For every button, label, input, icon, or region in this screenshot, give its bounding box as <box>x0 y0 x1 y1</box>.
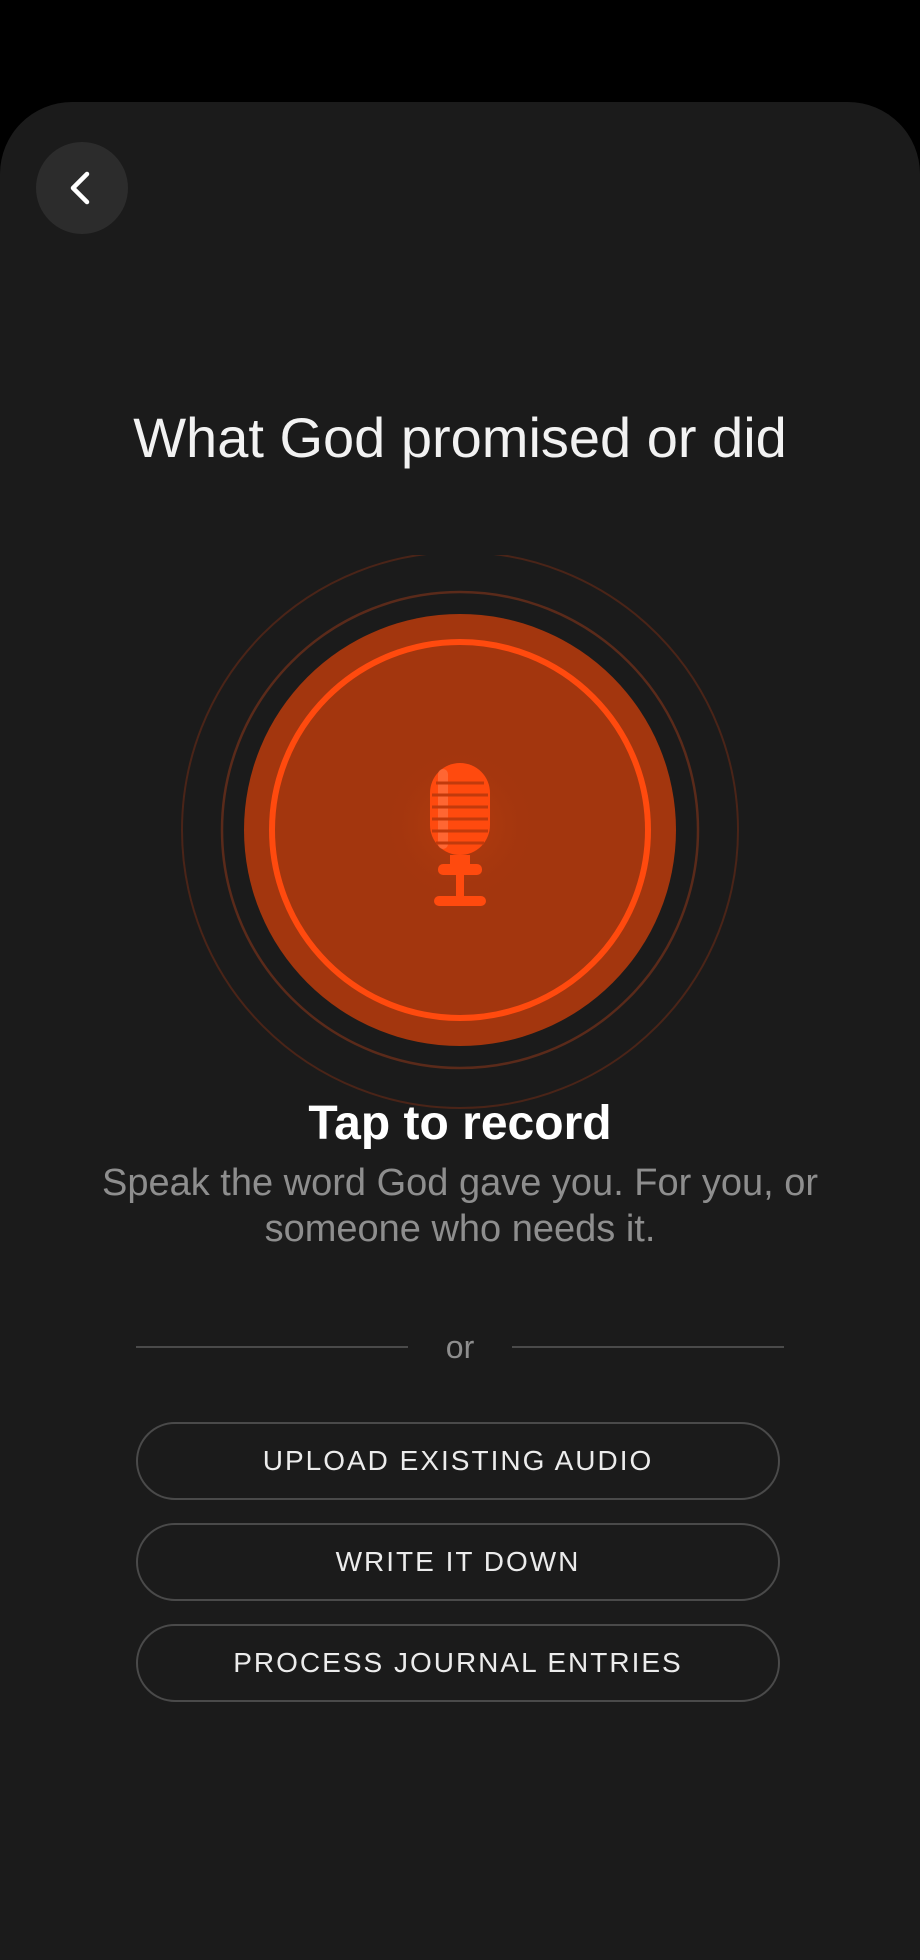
record-label: Tap to record <box>308 1097 612 1150</box>
or-divider: or <box>136 1322 784 1372</box>
write-it-down-button[interactable]: WRITE IT DOWN <box>136 1523 780 1601</box>
chevron-left-icon <box>70 171 90 205</box>
app-screen: What God promised or did Tap to record S… <box>0 0 920 1960</box>
back-button[interactable] <box>36 142 128 234</box>
upload-audio-button[interactable]: UPLOAD EXISTING AUDIO <box>136 1422 780 1500</box>
record-button[interactable] <box>180 555 740 1115</box>
divider-line-right <box>512 1346 784 1348</box>
status-bar <box>0 0 920 102</box>
process-journal-entries-button[interactable]: PROCESS JOURNAL ENTRIES <box>136 1624 780 1702</box>
record-hint: Speak the word God gave you. For you, or… <box>101 1162 819 1250</box>
page-title: What God promised or did <box>133 406 787 469</box>
record-button-graphic <box>181 555 739 1109</box>
